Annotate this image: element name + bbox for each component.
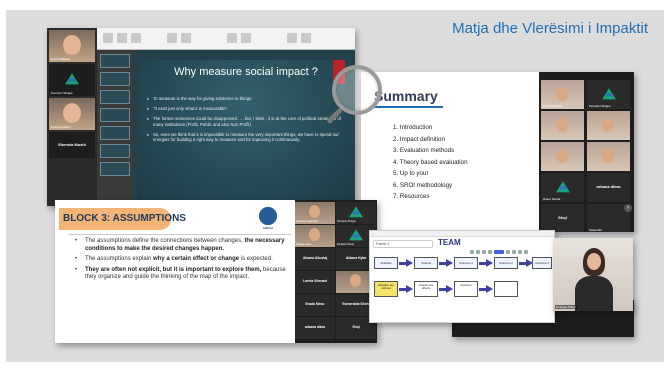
participant-tile[interactable]: Enrico Maestri	[49, 30, 95, 62]
participant-tile[interactable]	[541, 111, 584, 140]
board-title: TEAM	[438, 238, 461, 247]
browser-bar	[370, 231, 554, 237]
summary-list: 1. Introduction 2. Impact definition 3. …	[393, 124, 468, 205]
bullet: "It exist just only what it is measurabl…	[147, 106, 347, 111]
pensioni-logo-icon	[601, 87, 616, 99]
summary-item: 1. Introduction	[393, 124, 433, 131]
presentation-slide: Matja dhe Vlerësimi i Impaktit Enrico Ma…	[0, 0, 670, 370]
participant-tile[interactable]: Erada Meso	[295, 294, 335, 316]
flow-node[interactable]: Outcome 1	[454, 257, 478, 269]
flow-node[interactable]: Outcome 3	[532, 257, 552, 269]
participant-tile[interactable]: arbana dibra	[587, 173, 630, 202]
slide-thumbnails	[97, 50, 133, 206]
participant-tile[interactable]: Pensioni Shqipe	[49, 64, 95, 96]
assumptions-list: The assumptions define the connections b…	[75, 238, 289, 285]
sticky-note[interactable]: Activities are defined	[374, 281, 398, 297]
participant-tile[interactable]	[587, 111, 630, 140]
video-sidebar: Enrico Maestri Pensioni Shqipe Emirjeta …	[47, 28, 97, 206]
flow-arrow-head	[446, 259, 453, 267]
participant-body	[575, 276, 613, 311]
frame-selector[interactable]: Frame 1	[373, 240, 433, 248]
summary-item: 7. Resources	[393, 193, 430, 200]
flow-arrow-head	[406, 259, 413, 267]
title-underline	[373, 106, 443, 108]
flow-node[interactable]: Outputs	[414, 257, 438, 269]
slide-why-measure: Why measure social impact ? To measure i…	[137, 60, 355, 206]
participant-tile[interactable]: Pensioni Shqipe	[336, 202, 376, 224]
bullet-list: To measure is the way for giving existen…	[147, 96, 347, 147]
slide-heading: Why measure social impact ?	[174, 66, 318, 78]
participant-tile[interactable]: Emirjeta Shopi	[49, 98, 95, 130]
divider	[69, 234, 291, 235]
participant-tile[interactable]: Enrico Maestri	[541, 80, 584, 109]
slide-title: Matja dhe Vlerësimi i Impaktit	[452, 20, 648, 37]
flow-node[interactable]: Activities	[374, 257, 398, 269]
pensioni-logo-icon	[349, 229, 363, 241]
flow-node[interactable]: Outputs are effects	[414, 281, 438, 297]
participant-name: Emirjeta Shopi	[51, 125, 71, 129]
participant-tile[interactable]: Shqipe Gjoni	[295, 225, 335, 247]
pensioni-logo-icon	[555, 180, 570, 192]
bullet: They are often not explicit, but it is i…	[75, 267, 289, 282]
screenshot-team-board: Frame 1 TEAM Activities Outputs Outcome …	[369, 230, 555, 323]
flow-node[interactable]	[494, 281, 518, 297]
bullet: To measure is the way for giving existen…	[147, 96, 347, 101]
flow-arrow-head	[486, 285, 493, 293]
flow-arrow-head	[406, 285, 413, 293]
assumptions-title: BLOCK 3: ASSUMPTIONS	[63, 213, 186, 224]
participant-face	[587, 253, 601, 270]
tree-logo-icon	[255, 206, 281, 226]
flow-arrow-head	[486, 259, 493, 267]
bullet: The former sentences could be disapprove…	[147, 116, 347, 126]
tree-logo-text: ARDHJA	[262, 227, 274, 230]
summary-item: 3. Evaluation methods	[393, 147, 455, 154]
bullet: The assumptions explain why a certain ef…	[75, 256, 289, 264]
flow-node[interactable]: Outcome 2	[494, 257, 518, 269]
summary-item: 5. Up to you!	[393, 170, 429, 177]
pensioni-logo-icon	[349, 206, 363, 218]
magnifier-icon	[332, 65, 382, 115]
pensioni-logo-icon	[65, 73, 79, 85]
participant-tile[interactable]: Albana Aliustaj	[295, 248, 335, 270]
slide-assumptions: BLOCK 3: ASSUMPTIONS ARDHJA The assumpti…	[55, 200, 295, 343]
participant-tile[interactable]	[587, 142, 630, 171]
participant-tile[interactable]	[541, 142, 584, 171]
participant-name: Pensioni Shqipe	[51, 91, 73, 95]
participant-face	[63, 35, 81, 55]
summary-item: 2. Impact definition	[393, 135, 445, 143]
participant-name: Enrico Maestri	[51, 57, 71, 61]
video-gallery: Enrico Maestri Pensioni Shqipe Rakel Tel…	[539, 72, 634, 232]
flow-node[interactable]: Outcome	[454, 281, 478, 297]
summary-item: 6. SROI methodology	[393, 181, 453, 189]
screenshot-assumptions: BLOCK 3: ASSUMPTIONS ARDHJA The assumpti…	[55, 200, 377, 343]
participant-tile[interactable]: Shenela Mushi	[49, 132, 95, 158]
gallery-next-icon[interactable]: ›	[624, 204, 632, 212]
participant-face	[63, 103, 81, 123]
screenshot-summary: Summary 1. Introduction 2. Impact defini…	[361, 72, 634, 232]
participant-tile[interactable]: Pensioni Shqipe	[587, 80, 630, 109]
flow-arrow-head	[446, 285, 453, 293]
bullet: So, even we think that it is impossible …	[147, 132, 347, 142]
participant-tile[interactable]: arbana dibra	[295, 317, 335, 339]
participant-tile[interactable]: Rakel Teleda	[541, 173, 584, 202]
powerpoint-ribbon	[97, 28, 355, 50]
screenshot-why-measure: Enrico Maestri Pensioni Shqipe Emirjeta …	[47, 28, 355, 206]
participant-tile[interactable]: Gabriela Gashollari	[295, 202, 335, 224]
participant-tile[interactable]: Loreta Shenazi	[295, 271, 335, 293]
summary-title: Summary	[374, 88, 438, 104]
board-toolbar	[470, 241, 550, 254]
participant-name: Emirjeta Shopi	[555, 305, 577, 309]
summary-item: 4. Theory based evaluation	[393, 158, 468, 166]
video-participant[interactable]: Emirjeta Shopi	[553, 238, 633, 311]
participant-tile[interactable]: Shqi	[541, 204, 584, 232]
bullet: The assumptions define the connections b…	[75, 238, 289, 253]
video-gallery: Gabriela Gashollari Pensioni Shqipe Shqi…	[295, 200, 377, 343]
